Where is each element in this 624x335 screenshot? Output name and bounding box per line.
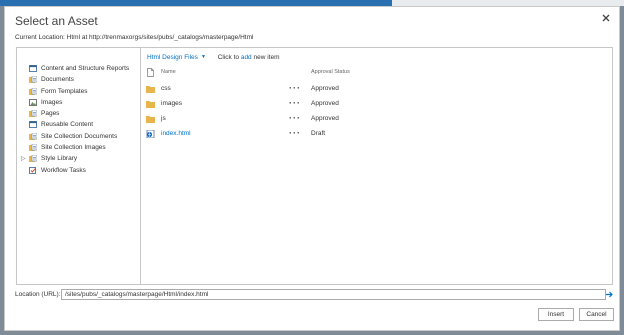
tasks-icon (29, 166, 37, 174)
tree-item-label: Images (41, 98, 63, 106)
folder-icon (146, 115, 155, 123)
file-list-header: Name Approval Status (141, 67, 612, 79)
chevron-down-icon: ▼ (200, 54, 206, 60)
file-row[interactable]: css ··· Approved (141, 82, 612, 97)
close-icon[interactable] (600, 12, 612, 24)
document-library-icon (29, 75, 38, 84)
hint-prefix: Click to (217, 54, 240, 61)
tree-item-label: Content and Structure Reports (41, 65, 130, 72)
file-name-link[interactable]: images (161, 100, 182, 107)
ellipsis-menu-icon[interactable]: ··· (289, 113, 301, 123)
tree-item-label: Pages (41, 110, 60, 118)
approval-status: Approved (311, 100, 339, 107)
file-row[interactable]: js ··· Approved (141, 112, 612, 127)
tree-item-label: Documents (41, 76, 74, 84)
tree-item-label: Reusable Content (41, 121, 94, 129)
file-list-pane: Html Design Files ▼ Click to add new item… (141, 48, 612, 284)
column-header-name[interactable]: Name (161, 69, 176, 75)
view-selector-label: Html Design Files (147, 54, 198, 61)
file-name-link[interactable]: index.html (161, 130, 191, 137)
tree-item-form-templates[interactable]: Form Templates (26, 86, 129, 97)
add-new-item-link[interactable]: add (241, 54, 252, 61)
document-library-icon (29, 109, 38, 118)
approval-status: Draft (311, 130, 326, 137)
list-icon (29, 65, 37, 72)
ellipsis-menu-icon[interactable]: ··· (289, 128, 301, 138)
library-tree: Content and Structure Reports Documents Fo… (21, 63, 129, 176)
tree-item-pages[interactable]: Pages (26, 108, 129, 119)
document-library-icon (29, 155, 38, 163)
current-location: Current Location: Html at http://trenmax… (15, 34, 254, 41)
file-list-toolbar: Html Design Files ▼ Click to add new item (147, 54, 280, 61)
file-row[interactable]: index.html ··· Draft (141, 127, 612, 142)
tree-item-site-collection-images[interactable]: Site Collection Images (26, 142, 129, 153)
cancel-button[interactable]: Cancel (579, 308, 614, 321)
location-row: Location (URL): (15, 289, 615, 301)
document-library-icon (29, 87, 38, 95)
tree-item-documents[interactable]: Documents (26, 74, 129, 85)
image-library-icon (29, 98, 37, 106)
tree-item-images[interactable]: Images (26, 97, 129, 108)
document-library-icon (29, 132, 38, 140)
file-row[interactable]: images ··· Approved (141, 97, 612, 112)
list-icon (29, 121, 37, 129)
tree-item-reusable-content[interactable]: Reusable Content (26, 119, 129, 130)
approval-status: Approved (311, 85, 339, 92)
tree-item-label: Form Templates (41, 87, 88, 95)
tree-item-content-and-structure-reports[interactable]: Content and Structure Reports (26, 63, 129, 74)
dialog-title: Select an Asset (15, 14, 98, 28)
ellipsis-menu-icon[interactable]: ··· (289, 83, 301, 93)
asset-browser: Content and Structure Reports Documents Fo… (16, 47, 613, 285)
arrow-right-icon[interactable] (605, 290, 614, 299)
tree-item-label: Workflow Tasks (41, 166, 86, 174)
insert-button[interactable]: Insert (538, 308, 574, 321)
document-library-icon (29, 143, 38, 152)
hint-suffix: new item (253, 54, 280, 61)
document-type-icon[interactable] (147, 68, 154, 77)
expand-arrow-icon[interactable]: ▷ (21, 154, 26, 165)
html-file-icon (146, 129, 155, 139)
file-name-link[interactable]: js (161, 115, 166, 122)
select-asset-dialog: Select an Asset Current Location: Html a… (4, 6, 620, 331)
library-tree-pane: Content and Structure Reports Documents Fo… (17, 48, 141, 284)
folder-icon (146, 100, 155, 108)
folder-icon (146, 85, 155, 93)
approval-status: Approved (311, 115, 339, 122)
tree-item-workflow-tasks[interactable]: Workflow Tasks (26, 165, 129, 176)
location-label: Location (URL): (15, 291, 61, 298)
file-name-link[interactable]: css (161, 85, 171, 92)
location-url-input[interactable] (61, 289, 606, 300)
tree-item-site-collection-documents[interactable]: Site Collection Documents (26, 131, 129, 142)
tree-item-label: Site Collection Images (41, 144, 106, 152)
ellipsis-menu-icon[interactable]: ··· (289, 98, 301, 108)
add-item-hint: Click to add new item (218, 54, 280, 61)
tree-item-label: Style Library (41, 155, 78, 163)
tree-item-style-library[interactable]: ▷ Style Library (21, 153, 129, 164)
view-selector[interactable]: Html Design Files ▼ (147, 54, 206, 61)
column-header-approval-status[interactable]: Approval Status (311, 69, 350, 75)
tree-item-label: Site Collection Documents (41, 132, 118, 140)
